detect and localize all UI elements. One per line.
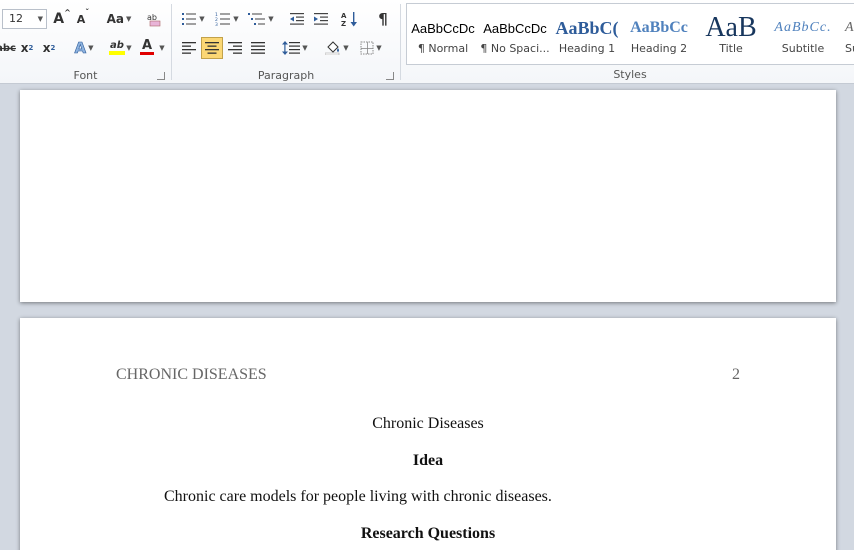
style-subtle[interactable]: A Su xyxy=(839,4,854,66)
style-heading-1[interactable]: AaBbC( Heading 1 xyxy=(551,4,623,66)
styles-group-label: Styles xyxy=(613,68,647,81)
font-group-label: Font xyxy=(73,69,98,82)
align-left-button[interactable] xyxy=(178,37,200,59)
increase-indent-button[interactable] xyxy=(310,8,332,30)
numbered-list-icon: 1 2 3 xyxy=(215,12,231,26)
document-page[interactable] xyxy=(20,90,836,302)
show-formatting-marks-button[interactable]: ¶ xyxy=(372,8,394,30)
group-divider xyxy=(400,4,401,80)
multilevel-list-icon xyxy=(248,13,266,25)
shading-button[interactable]: ▼ xyxy=(322,37,352,59)
clear-formatting-button[interactable]: ab xyxy=(144,8,166,30)
font-group: 12 ▼ A^ Aˇ Aa▼ ab abc x2 x2 A▼ xyxy=(0,0,171,84)
bullet-list-icon xyxy=(182,13,197,25)
paint-bucket-icon xyxy=(325,41,340,55)
sort-button[interactable]: A Z xyxy=(338,8,362,30)
numbering-button[interactable]: 1 2 3 ▼ xyxy=(212,8,242,30)
highlight-dropdown[interactable]: ▼ xyxy=(124,37,132,59)
svg-text:Z: Z xyxy=(341,20,346,27)
borders-icon xyxy=(360,41,374,55)
paragraph-group: ▼ 1 2 3 ▼ ▼ A Z ¶ ▼ ▼ ▼ Paragraph xyxy=(172,0,400,84)
page-number: 2 xyxy=(732,366,740,383)
document-title: Chronic Diseases xyxy=(372,415,484,432)
style-heading-2[interactable]: AaBbCc Heading 2 xyxy=(623,4,695,66)
style-no-spacing[interactable]: AaBbCcDc ¶ No Spaci... xyxy=(479,4,551,66)
align-center-icon xyxy=(205,42,219,54)
highlight-icon: ab xyxy=(110,39,124,51)
document-page[interactable]: CHRONIC DISEASES 2 Chronic Diseases Idea… xyxy=(20,318,836,550)
font-dialog-launcher-icon[interactable]: . xyxy=(157,72,165,80)
align-left-icon xyxy=(182,42,196,54)
align-right-icon xyxy=(228,42,242,54)
paragraph-dialog-launcher-icon[interactable]: . xyxy=(386,72,394,80)
svg-text:3: 3 xyxy=(215,22,218,26)
clear-formatting-icon: ab xyxy=(147,13,161,27)
highlight-color-swatch xyxy=(109,50,125,55)
font-size-field[interactable]: 12 ▼ xyxy=(2,9,47,29)
styles-gallery: AaBbCcDc ¶ Normal AaBbCcDc ¶ No Spaci...… xyxy=(406,3,854,65)
font-size-value: 12 xyxy=(9,12,23,25)
justify-button[interactable] xyxy=(247,37,269,59)
change-case-button[interactable]: Aa ▼ xyxy=(104,8,134,30)
ribbon: 12 ▼ A^ Aˇ Aa▼ ab abc x2 x2 A▼ xyxy=(0,0,854,84)
font-color-swatch xyxy=(140,52,154,55)
section-heading-idea: Idea xyxy=(412,452,444,469)
decrease-indent-icon xyxy=(290,13,304,25)
superscript-button[interactable]: x2 xyxy=(40,37,58,59)
running-header: CHRONIC DISEASES xyxy=(116,366,267,383)
borders-button[interactable]: ▼ xyxy=(356,37,386,59)
subscript-button[interactable]: x2 xyxy=(18,37,36,59)
paragraph-group-label: Paragraph xyxy=(257,69,315,82)
style-title[interactable]: AaB Title xyxy=(695,4,767,66)
section-heading-research-questions: Research Questions xyxy=(360,525,496,542)
chevron-down-icon: ▼ xyxy=(37,15,43,23)
pilcrow-icon: ¶ xyxy=(378,10,388,28)
line-spacing-icon xyxy=(282,41,301,55)
decrease-indent-button[interactable] xyxy=(286,8,308,30)
grow-font-button[interactable]: A ^ xyxy=(52,8,72,30)
increase-indent-icon xyxy=(314,13,328,25)
svg-text:ab: ab xyxy=(147,13,157,22)
align-right-button[interactable] xyxy=(224,37,246,59)
bullets-button[interactable]: ▼ xyxy=(178,8,208,30)
strikethrough-button[interactable]: abc xyxy=(0,37,16,59)
center-button[interactable] xyxy=(201,37,223,59)
multilevel-list-button[interactable]: ▼ xyxy=(246,8,276,30)
line-spacing-button[interactable]: ▼ xyxy=(280,37,310,59)
style-normal[interactable]: AaBbCcDc ¶ Normal xyxy=(407,4,479,66)
svg-text:A: A xyxy=(341,12,347,20)
text-effects-button[interactable]: A ▼ xyxy=(70,37,98,59)
font-color-icon: A xyxy=(141,38,153,53)
justify-icon xyxy=(251,42,265,54)
shrink-font-button[interactable]: Aˇ xyxy=(74,8,92,30)
sort-icon: A Z xyxy=(341,12,357,27)
font-color-dropdown[interactable]: ▼ xyxy=(156,37,166,59)
body-paragraph: Chronic care models for people living wi… xyxy=(164,488,552,505)
style-subtitle[interactable]: AaBbCc. Subtitle xyxy=(767,4,839,66)
font-color-button[interactable]: A xyxy=(136,36,158,58)
